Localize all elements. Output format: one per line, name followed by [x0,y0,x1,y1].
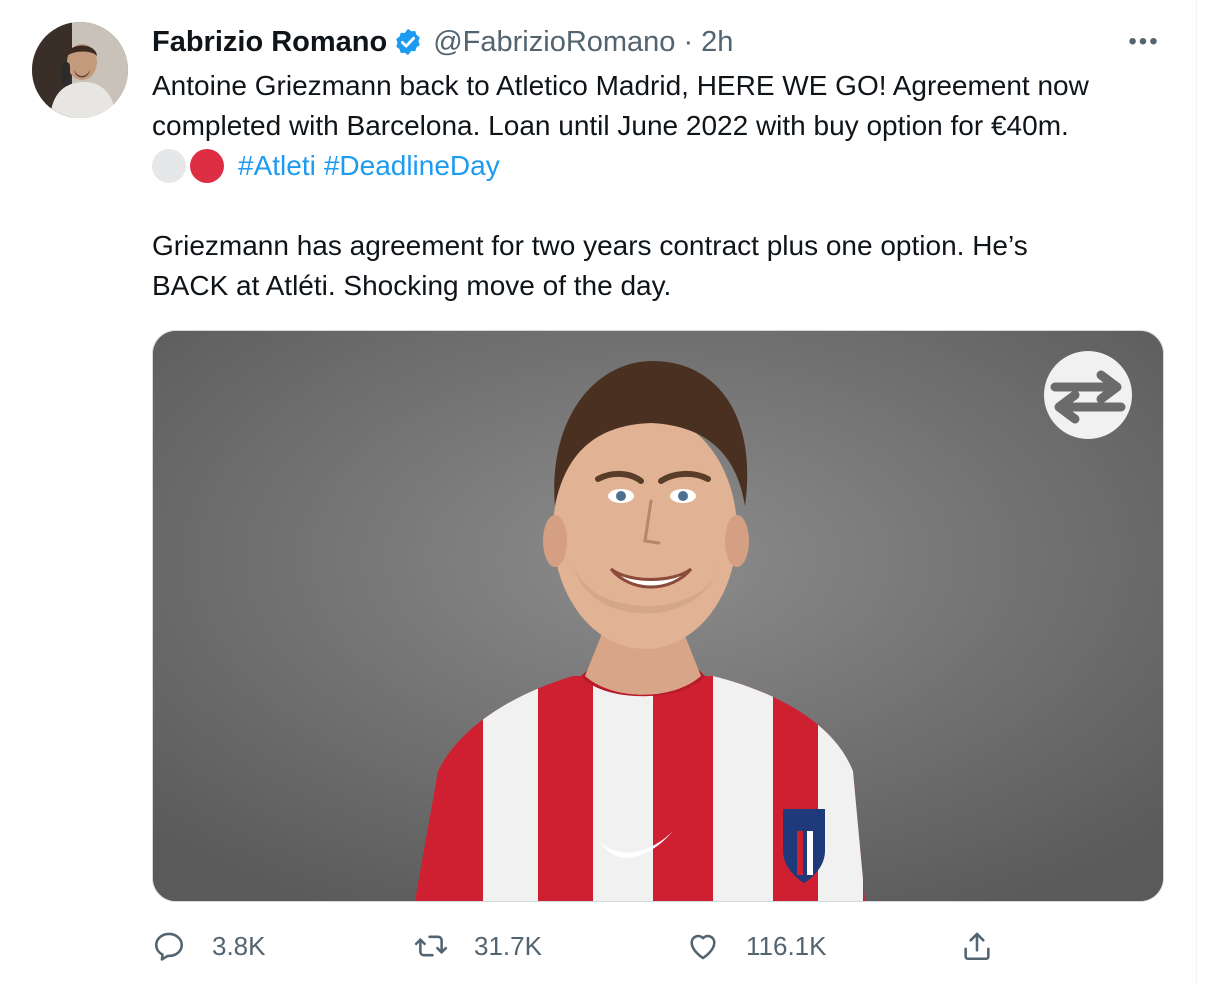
share-icon [964,932,990,961]
white-circle-emoji-icon [152,149,186,183]
reply-icon [154,932,184,961]
like-button[interactable]: 116.1K [686,920,826,972]
header-separator: · [683,26,694,58]
tweet-text-para2-line-2: BACK at Atléti. Shocking move of the day… [152,270,672,301]
like-count: 116.1K [746,930,827,961]
tweet-media-photo[interactable] [152,330,1164,902]
tweet-text-line-1: Antoine Griezmann back to Atletico Madri… [152,70,1089,101]
hashtag-atleti[interactable]: #Atleti [238,146,316,186]
tweet-header: Fabrizio Romano @FabrizioRomano · 2h [152,22,733,62]
like-icon [690,934,716,960]
author-handle[interactable]: @FabrizioRomano [433,22,675,62]
player-photo [153,331,1163,901]
tweet-timestamp[interactable]: 2h [701,22,733,62]
tweet-text-para2-line-1: Griezmann has agreement for two years co… [152,230,1028,261]
verified-badge-icon [393,27,423,57]
retweet-count: 31.7K [474,930,542,961]
timeline-divider [1196,0,1197,984]
author-avatar[interactable] [32,22,128,118]
retweet-button[interactable]: 31.7K [414,920,542,972]
share-button[interactable] [960,920,1020,972]
tweet-text-line-2: completed with Barcelona. Loan until Jun… [152,110,1069,141]
transfer-arrows-icon [1044,351,1132,439]
emoji-hashtag-line: #Atleti #DeadlineDay [152,146,1192,186]
retweet-icon [414,935,448,957]
tweet-text: Antoine Griezmann back to Atletico Madri… [152,66,1192,306]
reply-button[interactable]: 3.8K [152,920,266,972]
more-icon[interactable]: ••• [1124,28,1164,56]
reply-count: 3.8K [212,930,266,961]
hashtag-deadlineday[interactable]: #DeadlineDay [324,146,500,186]
red-circle-emoji-icon [190,149,224,183]
author-name[interactable]: Fabrizio Romano [152,22,387,62]
tweet-actions-bar: 3.8K 31.7K 116.1K [152,920,1032,972]
